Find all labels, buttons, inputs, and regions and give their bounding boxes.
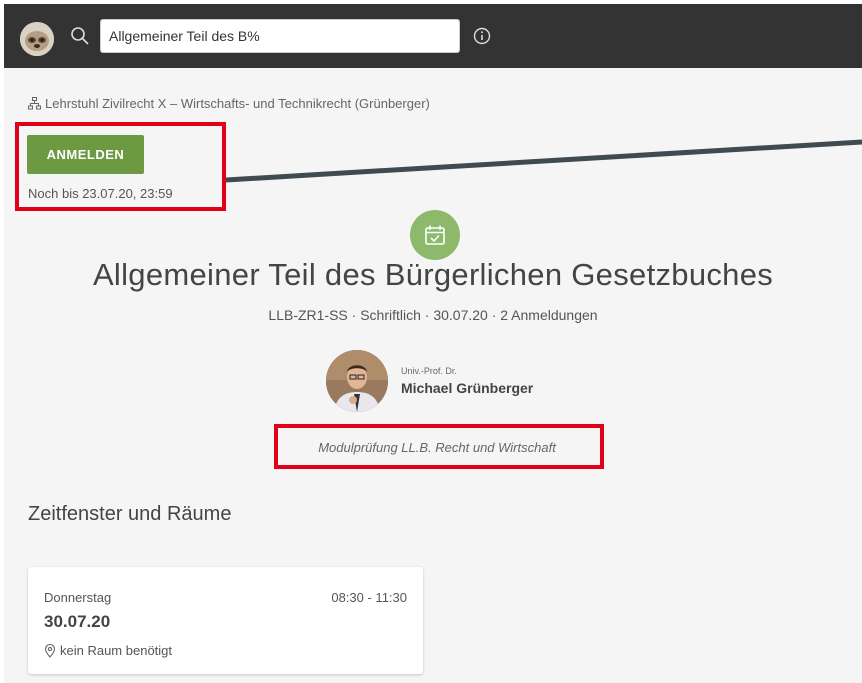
exam-title: Allgemeiner Teil des Bürgerlichen Gesetz…: [92, 257, 774, 292]
timeslot-time: 08:30 - 11:30: [331, 590, 407, 605]
highlight-box-module: [274, 424, 604, 469]
location-pin-icon: [44, 643, 56, 658]
calendar-check-icon: [425, 225, 445, 245]
examiner-name[interactable]: Michael Grünberger: [401, 380, 533, 396]
timeslot-room: kein Raum benötigt: [44, 643, 172, 658]
exam-type-badge: [410, 210, 460, 260]
timeslot-date: 30.07.20: [44, 612, 111, 631]
timeslot-weekday: Donnerstag: [44, 590, 112, 605]
highlight-box-registration: [15, 122, 226, 211]
timeslot-card[interactable]: Donnerstag 08:30 - 11:30 30.07.20 kein R…: [28, 567, 423, 674]
exam-meta: LLB-ZR1-SS · Schriftlich · 30.07.20 · 2 …: [268, 307, 598, 323]
timeslot-room-label: kein Raum benötigt: [60, 643, 173, 658]
app-frame: Lehrstuhl Zivilrecht X – Wirtschafts- un…: [4, 4, 862, 683]
timeslots-heading: Zeitfenster und Räume: [28, 503, 232, 525]
examiner-avatar[interactable]: [326, 350, 388, 412]
examiner-title: Univ.-Prof. Dr.: [401, 366, 457, 376]
